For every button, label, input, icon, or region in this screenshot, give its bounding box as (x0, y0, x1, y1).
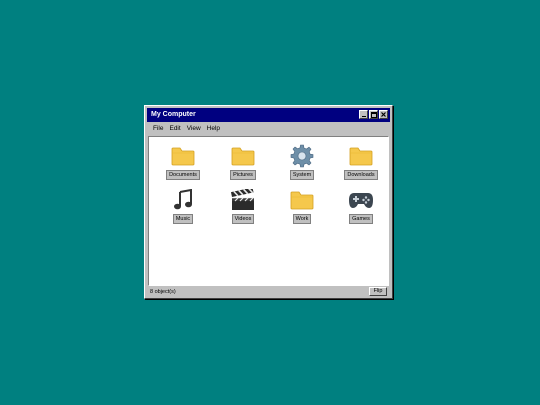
icon-documents[interactable]: Documents (163, 143, 203, 183)
clapperboard-icon (230, 187, 256, 213)
object-count: 8 object(s) (150, 288, 176, 295)
icon-music[interactable]: Music (163, 187, 203, 227)
icon-label: Videos (231, 214, 255, 224)
menu-help[interactable]: Help (204, 124, 223, 134)
icon-label: System (289, 170, 315, 180)
icon-label: Work (292, 214, 312, 224)
icon-pictures[interactable]: Pictures (223, 143, 263, 183)
folder-icon (230, 143, 256, 169)
menu-edit[interactable]: Edit (166, 124, 183, 134)
folder-icon (348, 143, 374, 169)
icon-area: Documents Pictures System Downloads Musi… (148, 136, 389, 286)
folder-icon (170, 143, 196, 169)
icon-work[interactable]: Work (282, 187, 322, 227)
icon-label: Music (172, 214, 194, 224)
menu-view[interactable]: View (184, 124, 204, 134)
maximize-button[interactable] (369, 110, 378, 119)
icon-label: Downloads (344, 170, 378, 180)
close-icon (381, 112, 386, 117)
icon-downloads[interactable]: Downloads (341, 143, 381, 183)
icon-videos[interactable]: Videos (223, 187, 263, 227)
icon-label: Games (349, 214, 373, 224)
icon-label: Documents (166, 170, 200, 180)
gamepad-icon (348, 187, 374, 213)
icon-system[interactable]: System (282, 143, 322, 183)
minimize-button[interactable] (359, 110, 368, 119)
menu-file[interactable]: File (150, 124, 166, 134)
my-computer-window: My Computer File Edit View Help Document… (144, 105, 393, 299)
gear-icon (289, 143, 315, 169)
flip-button[interactable]: Flip (369, 287, 387, 296)
status-bar: 8 object(s) Flip (148, 286, 389, 297)
icon-games[interactable]: Games (341, 187, 381, 227)
menu-bar: File Edit View Help (147, 123, 390, 135)
window-controls (359, 110, 388, 120)
close-button[interactable] (379, 110, 388, 119)
window-title: My Computer (151, 111, 196, 118)
icon-label: Pictures (230, 170, 256, 180)
folder-icon (289, 187, 315, 213)
music-note-icon (170, 187, 196, 213)
title-bar[interactable]: My Computer (147, 108, 390, 122)
